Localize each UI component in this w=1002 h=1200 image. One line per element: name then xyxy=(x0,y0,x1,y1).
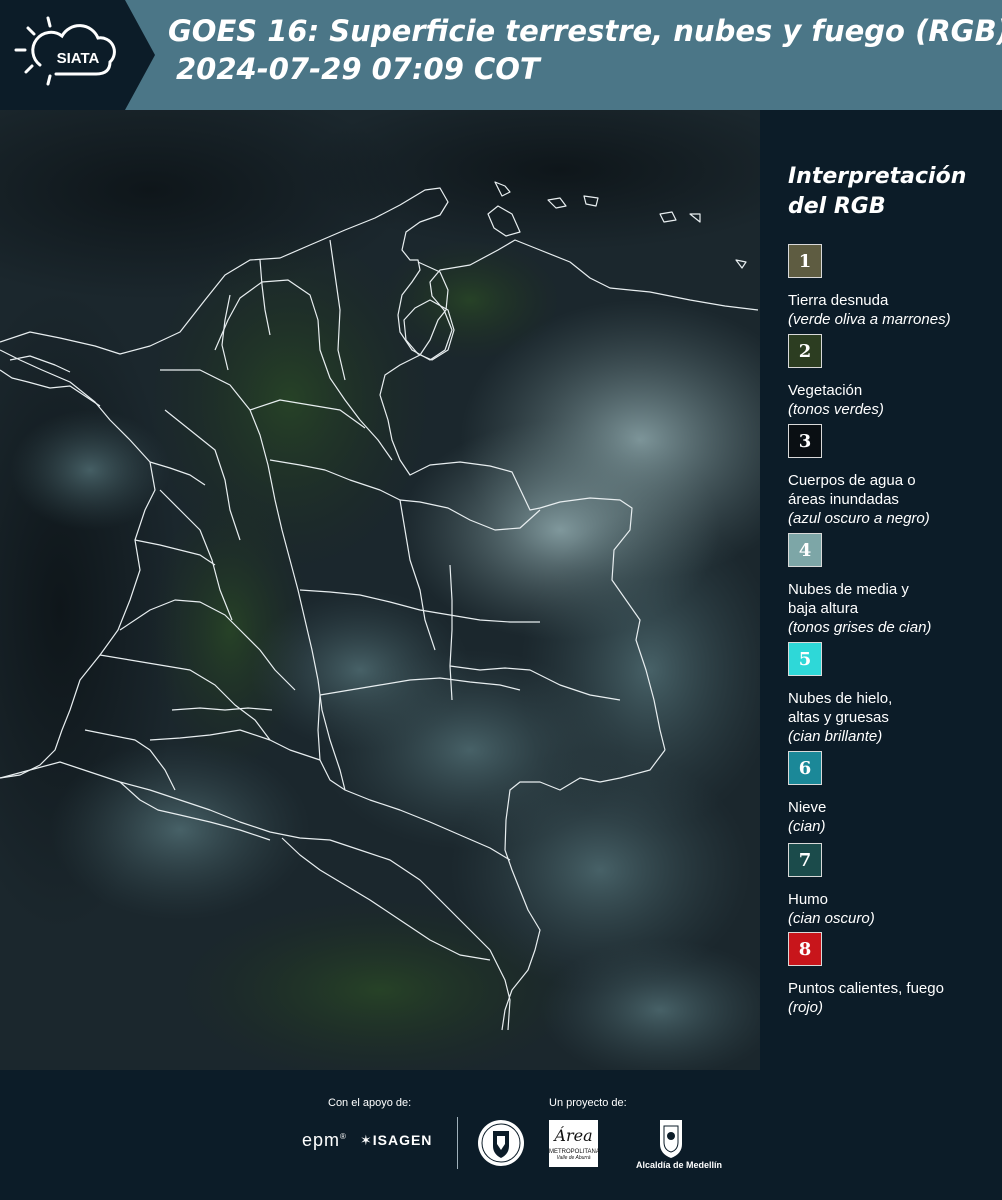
legend-swatch-2: 2 xyxy=(788,334,822,368)
logo-text: SIATA xyxy=(57,50,100,67)
legend-swatch-7: 7 xyxy=(788,843,822,877)
legend-item-mid-low-clouds: 4 Nubes de media y baja altura (tonos gr… xyxy=(788,533,1000,637)
legend-label-1: Tierra desnuda xyxy=(788,292,889,309)
legend-sub-7: (cian oscuro) xyxy=(788,910,875,927)
isagen-logo-text: ISAGEN xyxy=(372,1132,433,1148)
alcaldia-text: Alcaldía de Medellín xyxy=(636,1160,723,1170)
legend-sub-1: (verde oliva a marrones) xyxy=(788,311,951,328)
legend-sub-3: (azul oscuro a negro) xyxy=(788,510,930,527)
legend-label-3: Cuerpos de agua o áreas inundadas xyxy=(788,471,1000,509)
legend-item-vegetation: 2 Vegetación (tonos verdes) xyxy=(788,334,1000,419)
legend-title: Interpretación del RGB xyxy=(788,162,998,222)
legend-sub-2: (tonos verdes) xyxy=(788,401,884,418)
legend-label-5b: altas y gruesas xyxy=(788,709,889,726)
footer-divider xyxy=(457,1117,458,1169)
legend-item-hotspots: 8 Puntos calientes, fuego (rojo) xyxy=(788,932,1000,1017)
legend-title-line-1: Interpretación xyxy=(788,164,967,189)
legend-sub-5: (cian brillante) xyxy=(788,728,883,745)
epm-logo: epm® xyxy=(302,1130,347,1150)
legend-label-8: Puntos calientes, fuego xyxy=(788,980,944,997)
legend-label-3a: Cuerpos de agua o xyxy=(788,472,916,489)
isagen-star-icon: ✶ xyxy=(360,1132,373,1148)
rgb-legend: Interpretación del RGB 1 Tierra desnuda … xyxy=(760,110,1002,1070)
epm-logo-text: epm xyxy=(302,1130,341,1150)
legend-item-bare-soil: 1 Tierra desnuda (verde oliva a marrones… xyxy=(788,244,1000,329)
medellin-crest-icon xyxy=(660,1120,682,1158)
legend-label-4: Nubes de media y baja altura xyxy=(788,580,1000,618)
legend-label-3b: áreas inundadas xyxy=(788,491,899,508)
legend-sub-4: (tonos grises de cian) xyxy=(788,619,932,636)
legend-label-7: Humo xyxy=(788,891,829,908)
isagen-logo: ✶ISAGEN xyxy=(360,1132,432,1149)
title-line-1: GOES 16: Superficie terrestre, nubes y f… xyxy=(168,14,1002,48)
legend-item-snow: 6 Nieve (cian) xyxy=(788,751,1000,836)
satellite-map xyxy=(0,110,760,1070)
legend-item-smoke: 7 Humo (cian oscuro) xyxy=(788,843,1000,928)
legend-label-6: Nieve xyxy=(788,799,827,816)
title-line-2: 2024-07-29 07:09 COT xyxy=(176,52,540,86)
page-title: GOES 16: Superficie terrestre, nubes y f… xyxy=(168,12,1002,88)
legend-item-ice-clouds: 5 Nubes de hielo, altas y gruesas (cian … xyxy=(788,642,1000,746)
legend-swatch-6: 6 xyxy=(788,751,822,785)
header-bar: SIATA GOES 16: Superficie terrestre, nub… xyxy=(0,0,1002,110)
legend-swatch-8: 8 xyxy=(788,932,822,966)
legend-swatch-1: 1 xyxy=(788,244,822,278)
legend-label-2: Vegetación xyxy=(788,382,863,399)
legend-swatch-4: 4 xyxy=(788,533,822,567)
area-logo-sub2: Valle de Aburrá xyxy=(556,1155,591,1161)
area-logo-text: Área xyxy=(554,1126,593,1145)
legend-label-4b: baja altura xyxy=(788,600,859,617)
legend-label-4a: Nubes de media y xyxy=(788,581,909,598)
legend-title-line-2: del RGB xyxy=(788,194,886,219)
footer: Con el apoyo de: Un proyecto de: epm® ✶I… xyxy=(0,1070,1002,1200)
legend-swatch-3: 3 xyxy=(788,424,822,458)
area-metropolitana-logo: Área METROPOLITANA Valle de Aburrá xyxy=(549,1120,600,1167)
legend-sub-6: (cian) xyxy=(788,818,826,835)
legend-label-5: Nubes de hielo, altas y gruesas xyxy=(788,689,1000,727)
project-label: Un proyecto de: xyxy=(549,1097,627,1109)
alcaldia-medellin-logo: Alcaldía de Medellín xyxy=(636,1118,723,1178)
legend-item-water: 3 Cuerpos de agua o áreas inundadas (azu… xyxy=(788,424,1000,528)
support-label: Con el apoyo de: xyxy=(328,1097,412,1109)
siata-logo: SIATA xyxy=(0,0,155,110)
antioquia-seal-icon xyxy=(476,1118,526,1173)
legend-swatch-5: 5 xyxy=(788,642,822,676)
legend-sub-8: (rojo) xyxy=(788,999,824,1016)
legend-label-5a: Nubes de hielo, xyxy=(788,690,893,707)
